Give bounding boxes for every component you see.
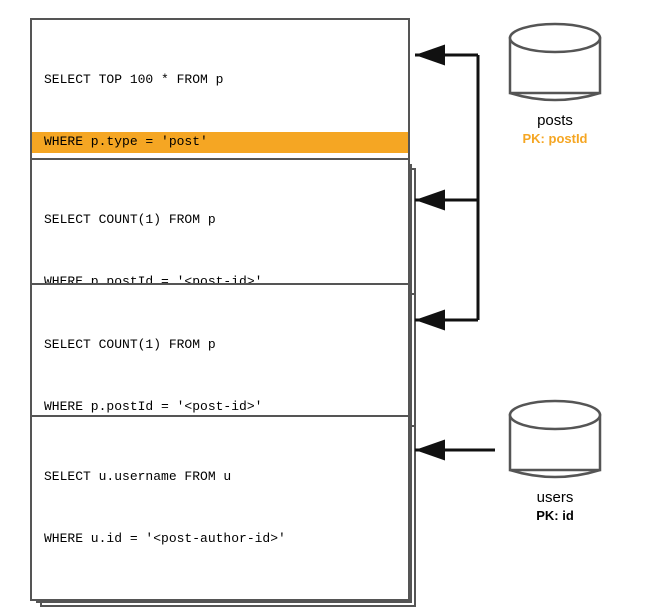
users-db-label: users bbox=[537, 489, 574, 506]
posts-database: posts PK: postId bbox=[495, 18, 615, 146]
diagram: SELECT TOP 100 * FROM p WHERE p.type = '… bbox=[0, 0, 661, 581]
query4-line2: WHERE u.id = '<post-author-id>' bbox=[44, 529, 396, 550]
query3-line1: SELECT COUNT(1) FROM p bbox=[44, 335, 396, 356]
users-db-icon bbox=[505, 395, 605, 485]
posts-db-pk: PK: postId bbox=[523, 131, 588, 146]
posts-db-label: posts bbox=[537, 112, 573, 129]
query2-line1: SELECT COUNT(1) FROM p bbox=[44, 210, 396, 231]
query4-line1: SELECT u.username FROM u bbox=[44, 467, 396, 488]
posts-db-icon bbox=[505, 18, 605, 108]
query-block-4: SELECT u.username FROM u WHERE u.id = '<… bbox=[30, 415, 410, 601]
query1-line2: WHERE p.type = 'post' bbox=[32, 132, 408, 153]
query1-line1: SELECT TOP 100 * FROM p bbox=[44, 70, 396, 91]
users-database: users PK: id bbox=[495, 395, 615, 523]
users-db-pk: PK: id bbox=[536, 508, 574, 523]
